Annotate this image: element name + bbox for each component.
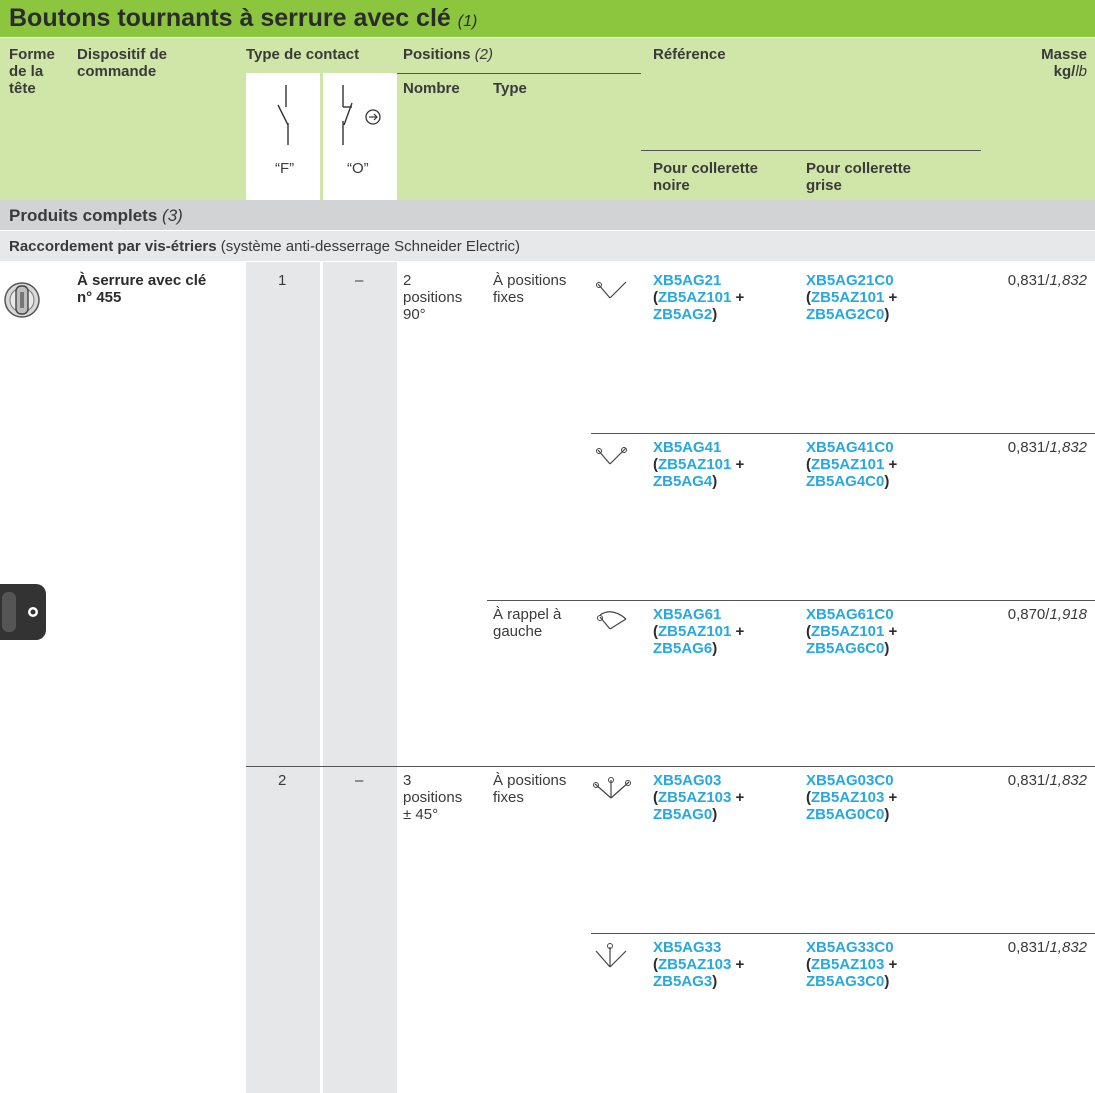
contact-f-label: “F”: [275, 160, 295, 177]
positions-divider: [397, 73, 641, 74]
diagram-90-fixed-icon: [596, 281, 627, 299]
row1-type: À positions fixes: [493, 272, 567, 306]
contact-o-label: “O”: [347, 160, 369, 177]
group2-f-count: 2: [278, 772, 287, 789]
row5-mass: 0,831/1,832: [1007, 939, 1087, 956]
row1-ref-noire: XB5AG21 (ZB5AZ101 + ZB5AG2): [653, 272, 745, 323]
header-reference: Référence: [653, 46, 726, 63]
column-o: [323, 262, 397, 1093]
key-icon: [0, 584, 46, 640]
header-masse: Masse kg/lb: [1041, 46, 1087, 80]
row2-ref-grise: XB5AG41C0 (ZB5AZ101 + ZB5AG4C0): [806, 439, 898, 490]
device-name: À serrure avec clé n° 455: [77, 272, 207, 306]
column-f: [246, 262, 320, 1093]
row4-ref-grise: XB5AG03C0 (ZB5AZ103 + ZB5AG0C0): [806, 772, 898, 823]
row4-type: À positions fixes: [493, 772, 567, 806]
group2-positions: 3 positions ± 45°: [403, 772, 463, 823]
diagram-45-center-key-icon: [595, 943, 627, 968]
row3-mass: 0,870/1,918: [1007, 606, 1087, 623]
header-forme: Forme de la tête: [9, 46, 55, 97]
contact-f-symbol: [277, 85, 289, 145]
diagram-45-three-keys-icon: [593, 777, 631, 799]
header-positions: Positions (2): [403, 46, 494, 63]
row4-mass: 0,831/1,832: [1007, 772, 1087, 789]
reference-divider: [641, 150, 981, 151]
group1-positions: 2 positions 90°: [403, 272, 463, 323]
header-ref-noire: Pour collerette noire: [653, 160, 759, 194]
row3-ref-noire: XB5AG61 (ZB5AZ101 + ZB5AG6): [653, 606, 745, 657]
subsection-title: Raccordement par vis-étriers (système an…: [9, 238, 521, 255]
diagram-90-both-keys-icon: [596, 447, 627, 465]
group2-o-count: –: [355, 772, 364, 789]
row2-ref-noire: XB5AG41 (ZB5AZ101 + ZB5AG4): [653, 439, 745, 490]
row2-divider: [591, 433, 1095, 434]
row1-mass: 0,831/1,832: [1007, 272, 1087, 289]
group2-divider: [246, 766, 1095, 767]
row1-ref-grise: XB5AG21C0 (ZB5AZ101 + ZB5AG2C0): [806, 272, 898, 323]
row3-divider: [487, 600, 1095, 601]
row2-mass: 0,831/1,832: [1007, 439, 1087, 456]
group1-o-count: –: [355, 272, 364, 289]
header-type: Type: [493, 80, 527, 97]
group1-f-count: 1: [278, 272, 287, 289]
section-title: Produits complets (3): [9, 206, 183, 225]
row5-ref-noire: XB5AG33 (ZB5AZ103 + ZB5AG3): [653, 939, 745, 990]
diagram-spring-return-left-icon: [597, 611, 627, 630]
page-title: Boutons tournants à serrure avec clé (1): [9, 4, 478, 32]
row3-ref-grise: XB5AG61C0 (ZB5AZ101 + ZB5AG6C0): [806, 606, 898, 657]
title-note: (1): [457, 13, 478, 30]
contact-o-symbol: [342, 85, 381, 145]
row5-ref-grise: XB5AG33C0 (ZB5AZ103 + ZB5AG3C0): [806, 939, 898, 990]
row4-ref-noire: XB5AG03 (ZB5AZ103 + ZB5AG0): [653, 772, 745, 823]
header-dispositif: Dispositif de commande: [77, 46, 168, 80]
header-ref-grise: Pour collerette grise: [806, 160, 912, 194]
row3-type: À rappel à gauche: [493, 606, 562, 640]
rotary-head-icon: [4, 282, 40, 318]
row5-divider: [591, 933, 1095, 934]
header-type-contact: Type de contact: [246, 46, 360, 63]
header-nombre: Nombre: [403, 80, 460, 97]
